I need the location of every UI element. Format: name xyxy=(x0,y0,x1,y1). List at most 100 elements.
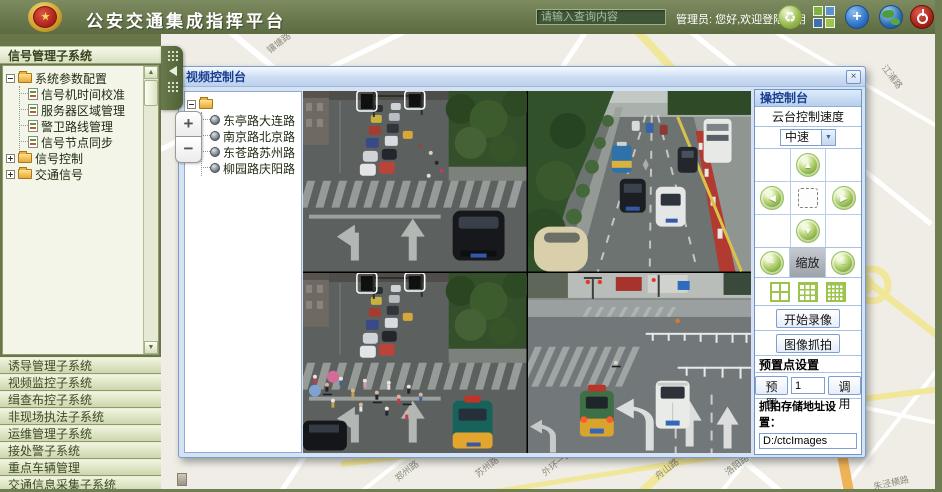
sidebar-panel-key-vehicles[interactable]: 重点车辆管理 xyxy=(0,459,161,476)
pan-right-button[interactable]: ▶ xyxy=(832,186,856,210)
grip-dots-icon xyxy=(167,50,178,62)
bus xyxy=(703,119,731,163)
tree-node-root[interactable]: 系统参数配置 xyxy=(6,70,141,86)
cyclist xyxy=(611,365,620,367)
tree-node-leaf[interactable]: 服务器区域管理 xyxy=(21,102,141,118)
tree-node-leaf[interactable]: 警卫路线管理 xyxy=(21,118,141,134)
red-banner xyxy=(615,276,641,290)
collapse-arrow-icon xyxy=(164,66,177,76)
layout-grid-icon[interactable] xyxy=(812,5,836,29)
video-feed-3[interactable] xyxy=(303,273,527,454)
camera-tree-root[interactable] xyxy=(187,96,299,112)
sidebar-panel-alarm-dispatch[interactable]: 接处警子系统 xyxy=(0,442,161,459)
video-console-dialog: 视频控制台 × 东亭路大连路 南京路北京路 东苍路苏州路 柳园路庆阳路 xyxy=(178,66,866,458)
window-edge-right xyxy=(935,0,942,492)
refresh-icon[interactable]: ♻ xyxy=(778,5,802,29)
expand-icon[interactable] xyxy=(6,154,15,163)
zoom-in-button[interactable]: + xyxy=(760,251,784,275)
sidebar-panel-video-surveillance[interactable]: 视频监控子系统 xyxy=(0,374,161,391)
umbrella-pink xyxy=(327,370,339,382)
speed-select[interactable]: 中速 ▼ xyxy=(780,129,836,146)
pan-stop-button[interactable] xyxy=(798,188,818,208)
pan-down-button[interactable]: ▼ xyxy=(796,219,820,243)
ptz-speed-label: 云台控制速度 xyxy=(755,107,861,127)
dialog-title-bar[interactable]: 视频控制台 xyxy=(179,67,865,87)
storage-path-input[interactable] xyxy=(759,433,857,449)
dark-sedan-1 xyxy=(677,147,697,173)
document-edit-icon xyxy=(28,136,38,148)
expand-icon[interactable] xyxy=(6,170,15,179)
sidebar-panel-offsite-enforcement[interactable]: 非现场执法子系统 xyxy=(0,408,161,425)
tree-node-leaf[interactable]: 信号机时间校准 xyxy=(21,86,141,102)
preset-button[interactable]: 预置 xyxy=(755,376,788,395)
camera-tree-item[interactable]: 东苍路苏州路 xyxy=(203,144,299,160)
globe-map-icon[interactable] xyxy=(879,5,903,29)
sidebar-panel-signal-mgmt[interactable]: 信号管理子系统 xyxy=(0,46,161,64)
layout-9split-icon[interactable] xyxy=(798,282,818,302)
dark-car xyxy=(453,211,505,261)
taxi xyxy=(453,395,493,448)
camera-tree-item[interactable]: 南京路北京路 xyxy=(203,128,299,144)
snapshot-button[interactable]: 图像抓拍 xyxy=(776,334,840,353)
tree-node-folder[interactable]: 交通信号 xyxy=(6,166,141,182)
layout-4split-icon[interactable] xyxy=(770,282,790,302)
camera-icon xyxy=(210,147,220,157)
tree-node-folder[interactable]: 信号控制 xyxy=(6,150,141,166)
worker xyxy=(675,318,679,322)
ptz-control-panel: 操控制台 云台控制速度 中速 ▼ ▲ ◀ ▶ ▼ + 缩 xyxy=(754,89,862,455)
ptz-direction-pad: ▲ ◀ ▶ ▼ xyxy=(755,149,861,248)
layout-16split-icon[interactable] xyxy=(826,282,846,302)
camera-tree-item[interactable]: 柳园路庆阳路 xyxy=(203,160,299,176)
folder-icon xyxy=(18,153,32,163)
chevron-down-icon[interactable]: ▼ xyxy=(821,130,835,145)
add-icon[interactable]: + xyxy=(845,5,869,29)
sidebar-tree-panel: 系统参数配置 信号机时间校准 服务器区域管理 警卫路线管理 信号节点同步 信号控… xyxy=(2,65,159,355)
zoom-out-button[interactable]: − xyxy=(831,251,855,275)
folder-open-icon xyxy=(199,99,213,109)
pan-up-button[interactable]: ▲ xyxy=(796,153,820,177)
top-header-bar: 公安交通集成指挥平台 管理员: 您好,欢迎登陆使用 ♻ + xyxy=(0,0,942,34)
zoom-controls: + 缩放 − xyxy=(755,248,861,278)
video-feed-4[interactable] xyxy=(528,273,752,454)
cream-car xyxy=(533,227,587,272)
taxi xyxy=(611,142,631,173)
grip-dots-icon xyxy=(167,81,178,93)
close-icon[interactable]: × xyxy=(846,70,861,84)
sidebar-panel-inspection-control[interactable]: 缉查布控子系统 xyxy=(0,391,161,408)
preset-call-button[interactable]: 调用 xyxy=(828,376,861,395)
map-zoom-out-button[interactable]: − xyxy=(175,137,202,163)
start-record-button[interactable]: 开始录像 xyxy=(776,309,840,328)
preset-section-label: 预置点设置 xyxy=(755,356,861,373)
dark-car-corner xyxy=(303,420,347,450)
collapse-icon[interactable] xyxy=(187,100,196,109)
power-logout-icon[interactable] xyxy=(910,5,934,29)
blue-sign xyxy=(677,280,689,289)
umbrella-blue xyxy=(309,384,321,396)
camera-icon xyxy=(210,115,220,125)
layout-selector xyxy=(755,278,861,306)
scrollbar-thumb[interactable] xyxy=(144,80,158,106)
video-feed-1[interactable] xyxy=(303,91,527,272)
collapse-icon[interactable] xyxy=(6,74,15,83)
sidebar-panel-ops-mgmt[interactable]: 运维管理子系统 xyxy=(0,425,161,442)
preset-number-input[interactable] xyxy=(791,377,825,394)
camera-tree-item[interactable]: 东亭路大连路 xyxy=(203,112,299,128)
video-feed-2[interactable] xyxy=(528,91,752,272)
map-zoom-in-button[interactable]: + xyxy=(175,111,202,137)
folder-open-icon xyxy=(18,73,32,83)
sidebar-panel-guidance[interactable]: 诱导管理子系统 xyxy=(0,357,161,374)
tree-scrollbar[interactable]: ▲ ▼ xyxy=(143,66,158,354)
document-edit-icon xyxy=(28,88,38,100)
tree-node-leaf[interactable]: 信号节点同步 xyxy=(21,134,141,150)
document-edit-icon xyxy=(28,120,38,132)
scroll-up-icon[interactable]: ▲ xyxy=(144,66,158,79)
zoom-label[interactable]: 缩放 xyxy=(790,248,824,277)
search-input[interactable] xyxy=(536,9,666,25)
video-grid xyxy=(303,91,751,453)
map-landmark-icon xyxy=(177,473,187,486)
sidebar-collapse-handle[interactable] xyxy=(161,46,183,110)
folder-icon xyxy=(18,169,32,179)
pan-left-button[interactable]: ◀ xyxy=(760,186,784,210)
trees-right xyxy=(723,273,751,295)
scroll-down-icon[interactable]: ▼ xyxy=(144,341,158,354)
